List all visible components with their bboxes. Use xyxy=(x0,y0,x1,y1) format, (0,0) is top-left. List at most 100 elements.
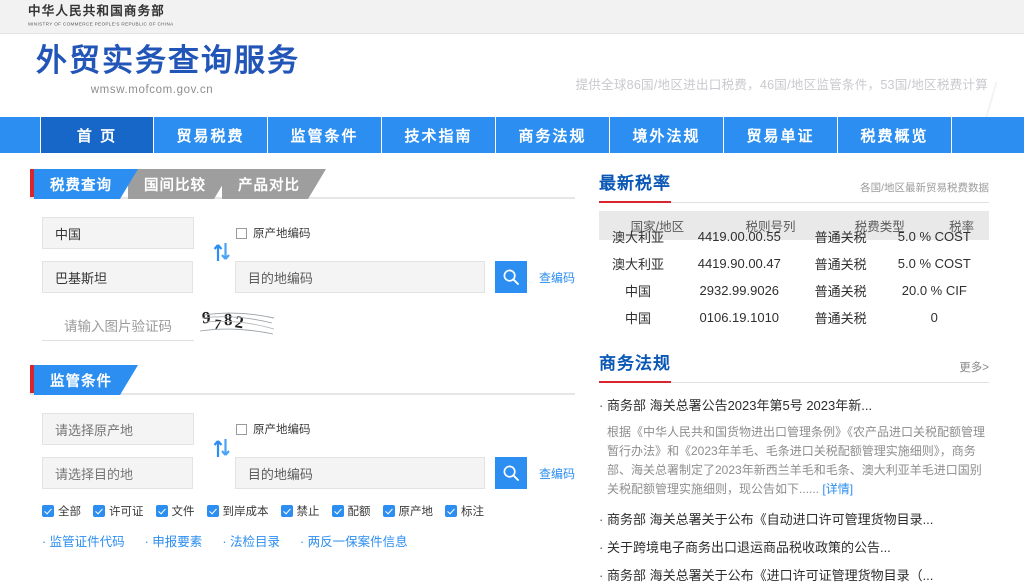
list-item[interactable]: 关于跨境电子商务出口退运商品税收政策的公告... xyxy=(599,537,989,556)
filter-origin-checkbox[interactable] xyxy=(382,505,395,517)
filter-labeling[interactable]: 标注 xyxy=(445,503,484,519)
business-law-title: 商务法规 xyxy=(599,349,671,383)
table-row[interactable]: 中国 2932.99.9026 普通关税 20.0 % CIF xyxy=(599,277,989,304)
left-column: 税费查询 国间比较 产品对比 中国 原产地编码 巴基斯坦 目的地编码 查编码 请… xyxy=(30,169,575,588)
nav-item-trade-tax[interactable]: 贸易税费 xyxy=(154,117,268,153)
masthead: 外贸实务查询服务 wmsw.mofcom.gov.cn 提供全球86国/地区进出… xyxy=(0,34,1024,117)
table-row[interactable]: 中国 0106.19.1010 普通关税 0 xyxy=(599,304,989,331)
latest-rates-header: 最新税率 各国/地区最新贸易税费数据 xyxy=(599,169,989,203)
cell-rate: 20.0 % CIF xyxy=(901,283,967,298)
cell-rate: 5.0 % COST xyxy=(897,229,971,244)
origin-code-checkbox-label: 原产地编码 xyxy=(253,228,311,240)
regulation-origin-code-checkbox-row[interactable]: 原产地编码 xyxy=(236,421,311,437)
nav-item-technical-guide[interactable]: 技术指南 xyxy=(382,117,496,153)
destination-code-input[interactable]: 目的地编码 xyxy=(234,261,485,293)
business-law-more-link[interactable]: 更多> xyxy=(959,359,989,378)
tax-query-origin-row: 中国 原产地编码 xyxy=(42,217,575,261)
filter-quota[interactable]: 配额 xyxy=(331,503,371,519)
filter-origin[interactable]: 原产地 xyxy=(382,503,433,519)
list-item[interactable]: 商务部 海关总署关于公布《自动进口许可管理货物目录... xyxy=(599,509,989,528)
filter-all-checkbox[interactable] xyxy=(42,505,54,517)
latest-rates-title: 最新税率 xyxy=(599,169,671,203)
filter-prohibited-checkbox[interactable] xyxy=(280,505,293,517)
link-declaration-elements[interactable]: 申报要素 xyxy=(145,531,202,550)
nav-item-overseas-law[interactable]: 境外法规 xyxy=(610,117,724,153)
link-inspection-catalog[interactable]: 法检目录 xyxy=(222,531,280,550)
ministry-name-en: MINISTRY OF COMMERCE PEOPLE'S REPUBLIC O… xyxy=(28,21,174,27)
regulation-destination-code-input[interactable]: 目的地编码 xyxy=(234,457,485,489)
nav-item-trade-documents[interactable]: 贸易单证 xyxy=(724,117,838,153)
cell-tax-type: 普通关税 xyxy=(814,311,867,326)
filter-labeling-label: 标注 xyxy=(461,506,484,518)
regulation-destination-select[interactable]: 请选择目的地 xyxy=(42,457,193,489)
cell-rate: 5.0 % COST xyxy=(897,256,971,271)
filter-all[interactable]: 全部 xyxy=(42,503,81,519)
brand-block: 外贸实务查询服务 wmsw.mofcom.gov.cn xyxy=(36,42,300,96)
regulation-section: 监管条件 请选择原产地 原产地编码 请选择目的地 目的地编码 查编码 全部 许可… xyxy=(30,365,575,550)
filter-document[interactable]: 文件 xyxy=(155,503,195,519)
tab-country-comparison[interactable]: 国间比较 xyxy=(128,169,232,199)
table-row[interactable]: 澳大利亚 4419.90.00.47 普通关税 5.0 % COST xyxy=(599,250,989,277)
tab-tax-query[interactable]: 税费查询 xyxy=(34,169,138,199)
cell-country: 中国 xyxy=(624,311,651,326)
origin-code-checkbox-row[interactable]: 原产地编码 xyxy=(236,225,311,241)
filter-prohibited[interactable]: 禁止 xyxy=(280,503,320,519)
regulation-origin-select[interactable]: 请选择原产地 xyxy=(42,413,194,445)
featured-detail-link[interactable]: [详情] xyxy=(822,482,853,496)
regulation-search-button[interactable] xyxy=(494,457,527,489)
cell-tax-type: 普通关税 xyxy=(814,230,867,245)
nav-item-business-law[interactable]: 商务法规 xyxy=(496,117,610,153)
tax-query-form: 中国 原产地编码 巴基斯坦 目的地编码 查编码 请输入图片验证码 9782 xyxy=(30,199,575,341)
regulation-accent-bar xyxy=(30,365,34,393)
cell-tariff-code: 4419.90.00.47 xyxy=(697,256,781,271)
business-law-list: 商务部 海关总署公告2023年第5号 2023年新... 根据《中华人民共和国货… xyxy=(599,395,989,584)
link-regulatory-doc-code[interactable]: 监管证件代码 xyxy=(42,531,125,550)
latest-rates-table-wrapper[interactable]: 国家/地区 税则号列 税费类型 税率 澳大利亚 4419.00.00.55 普通… xyxy=(599,211,989,331)
destination-country-select[interactable]: 巴基斯坦 xyxy=(42,261,193,293)
captcha-image[interactable]: 9782 xyxy=(200,309,276,339)
origin-country-select[interactable]: 中国 xyxy=(42,217,194,249)
nav-item-regulatory-conditions[interactable]: 监管条件 xyxy=(268,117,382,153)
regulation-code-lookup-link[interactable]: 查编码 xyxy=(539,465,575,482)
filter-license-label: 许可证 xyxy=(109,506,144,518)
regulation-origin-code-checkbox[interactable] xyxy=(236,423,247,435)
filter-landed-cost-checkbox[interactable] xyxy=(206,505,219,517)
filter-landed-cost[interactable]: 到岸成本 xyxy=(206,503,269,519)
list-item[interactable]: 商务部 海关总署关于公布《进口许可证管理货物目录（... xyxy=(599,565,989,584)
cell-tariff-code: 2932.99.9026 xyxy=(699,283,780,298)
business-law-featured-description: 根据《中华人民共和国货物进出口管理条例》《农产品进口关税配额管理暂行办法》和《2… xyxy=(607,423,989,499)
table-row[interactable]: 澳大利亚 4419.00.00.55 普通关税 5.0 % COST xyxy=(599,223,989,250)
swap-vertical-icon xyxy=(213,243,230,261)
main-content: 税费查询 国间比较 产品对比 中国 原产地编码 巴基斯坦 目的地编码 查编码 请… xyxy=(0,153,1024,588)
tab-accent-bar xyxy=(30,169,34,197)
tax-query-search-button[interactable] xyxy=(494,261,527,293)
captcha-row: 请输入图片验证码 9782 xyxy=(42,305,575,341)
cell-rate: 0 xyxy=(930,310,938,325)
filter-license-checkbox[interactable] xyxy=(93,505,105,517)
filter-quota-checkbox[interactable] xyxy=(331,505,344,517)
swap-countries-button[interactable] xyxy=(210,239,234,265)
latest-rates-scroll-area[interactable]: 澳大利亚 4419.00.00.55 普通关税 5.0 % COST 澳大利亚 … xyxy=(599,223,989,331)
tax-query-tabs: 税费查询 国间比较 产品对比 xyxy=(30,169,575,199)
filter-license[interactable]: 许可证 xyxy=(93,503,144,519)
link-trade-remedy-cases[interactable]: 两反一保案件信息 xyxy=(300,531,408,550)
right-column: 最新税率 各国/地区最新贸易税费数据 国家/地区 税则号列 税费类型 税率 澳大… xyxy=(599,169,989,588)
tax-query-destination-row: 巴基斯坦 目的地编码 查编码 xyxy=(42,261,575,293)
list-item[interactable]: 商务部 海关总署公告2023年第5号 2023年新... xyxy=(599,395,989,414)
ministry-name-cn: 中华人民共和国商务部 xyxy=(28,4,166,18)
regulation-swap-button[interactable] xyxy=(210,435,234,461)
captcha-input[interactable]: 请输入图片验证码 xyxy=(42,309,194,341)
government-top-bar: 中华人民共和国商务部 MINISTRY OF COMMERCE PEOPLE'S… xyxy=(0,0,1024,34)
nav-item-home[interactable]: 首 页 xyxy=(40,117,154,153)
origin-code-checkbox[interactable] xyxy=(236,227,247,239)
search-icon xyxy=(503,465,519,481)
cell-tariff-code: 4419.00.00.55 xyxy=(697,229,781,244)
filter-document-label: 文件 xyxy=(171,506,195,518)
business-law-header: 商务法规 更多> xyxy=(599,349,989,383)
tab-product-comparison[interactable]: 产品对比 xyxy=(222,169,326,199)
nav-item-tax-overview[interactable]: 税费概览 xyxy=(838,117,952,153)
tax-query-code-lookup-link[interactable]: 查编码 xyxy=(539,269,575,286)
regulation-origin-row: 请选择原产地 原产地编码 xyxy=(42,413,575,457)
filter-document-checkbox[interactable] xyxy=(155,505,168,517)
filter-labeling-checkbox[interactable] xyxy=(445,505,457,517)
